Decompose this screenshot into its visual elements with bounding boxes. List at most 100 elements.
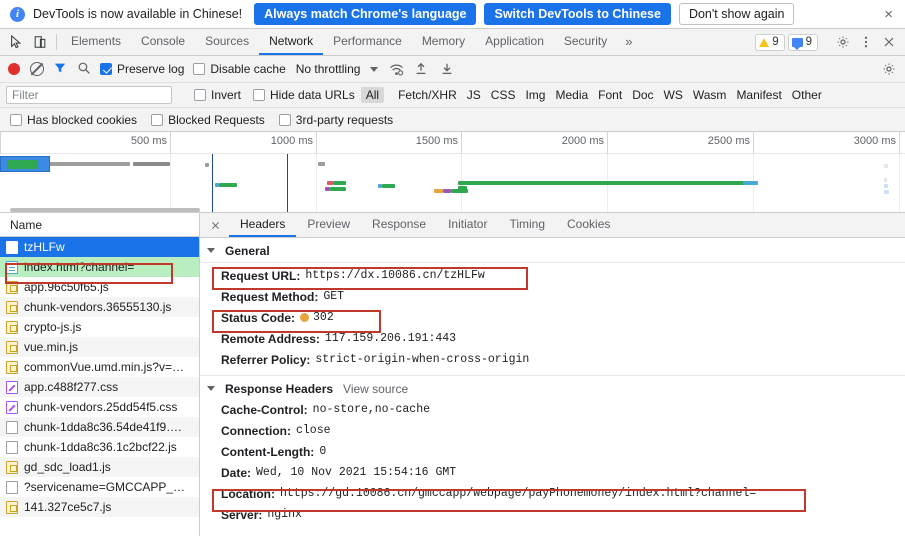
device-toolbar-icon[interactable] xyxy=(32,34,48,50)
export-har-icon[interactable] xyxy=(439,61,455,77)
filter-type-fetch-xhr[interactable]: Fetch/XHR xyxy=(393,87,462,103)
gear-icon[interactable] xyxy=(833,32,853,52)
response-headers-section-header[interactable]: Response Headers View source xyxy=(200,378,905,399)
header-value: https://dx.10086.cn/tzHLFw xyxy=(305,269,485,282)
filter-input[interactable] xyxy=(6,86,172,104)
disable-cache-checkbox-box[interactable] xyxy=(193,63,206,75)
funnel-icon[interactable] xyxy=(53,61,67,78)
tab-performance[interactable]: Performance xyxy=(323,29,412,55)
filter-type-media[interactable]: Media xyxy=(550,87,593,103)
request-row-app-css[interactable]: app.c488f277.css xyxy=(0,377,199,397)
request-list-header[interactable]: Name xyxy=(0,213,199,237)
tab-sources[interactable]: Sources xyxy=(195,29,259,55)
detail-tab-preview[interactable]: Preview xyxy=(296,213,361,237)
tab-security[interactable]: Security xyxy=(554,29,617,55)
overview-selection-window[interactable] xyxy=(0,156,50,172)
more-tabs-icon[interactable]: » xyxy=(617,29,640,55)
blocked-requests-checkbox[interactable]: Blocked Requests xyxy=(151,113,265,127)
network-conditions-icon[interactable] xyxy=(388,61,404,77)
detail-tab-timing[interactable]: Timing xyxy=(498,213,556,237)
filter-type-doc[interactable]: Doc xyxy=(627,87,658,103)
request-row-chunk-1c2bcf22[interactable]: chunk-1dda8c36.1c2bcf22.js xyxy=(0,437,199,457)
overview-body[interactable] xyxy=(0,154,905,212)
request-row-chunk-54de41f9[interactable]: chunk-1dda8c36.54de41f9…. xyxy=(0,417,199,437)
overview-ruler: 500 ms 1000 ms 1500 ms 2000 ms 2500 ms 3… xyxy=(0,132,905,154)
import-har-icon[interactable] xyxy=(413,61,429,77)
request-row-servicename[interactable]: ?servicename=GMCCAPP_… xyxy=(0,477,199,497)
request-list-body[interactable]: tzHLFw index.html?channel= app.96c50f65.… xyxy=(0,237,199,536)
request-row-chunk-vendors-js[interactable]: chunk-vendors.36555130.js xyxy=(0,297,199,317)
language-notification-bar: i DevTools is now available in Chinese! … xyxy=(0,0,905,29)
request-row-tzhlfw[interactable]: tzHLFw xyxy=(0,237,199,257)
detail-tab-initiator[interactable]: Initiator xyxy=(437,213,498,237)
throttling-select[interactable]: No throttling xyxy=(296,62,361,76)
request-row-app-js[interactable]: app.96c50f65.js xyxy=(0,277,199,297)
request-row-chunk-vendors-css[interactable]: chunk-vendors.25dd54f5.css xyxy=(0,397,199,417)
filter-type-css[interactable]: CSS xyxy=(486,87,521,103)
kebab-menu-icon[interactable] xyxy=(856,32,876,52)
filter-type-other[interactable]: Other xyxy=(787,87,827,103)
filter-type-ws[interactable]: WS xyxy=(659,87,688,103)
disable-cache-checkbox[interactable]: Disable cache xyxy=(193,62,286,76)
chevron-down-icon[interactable] xyxy=(207,248,215,253)
view-source-link[interactable]: View source xyxy=(343,382,408,396)
close-icon[interactable] xyxy=(879,32,899,52)
request-row-crypto-js[interactable]: crypto-js.js xyxy=(0,317,199,337)
status-badge xyxy=(300,313,310,322)
header-row-server: Server: nginx xyxy=(200,504,905,525)
clear-icon[interactable] xyxy=(30,62,44,76)
hide-data-urls-checkbox-box[interactable] xyxy=(253,89,266,101)
overview-tick-label: 2000 ms xyxy=(561,135,604,147)
detail-tab-response[interactable]: Response xyxy=(361,213,437,237)
hide-data-urls-checkbox[interactable]: Hide data URLs xyxy=(253,88,355,102)
tab-application[interactable]: Application xyxy=(475,29,554,55)
warning-count-badge[interactable]: 9 xyxy=(755,33,785,51)
detail-tab-cookies[interactable]: Cookies xyxy=(556,213,621,237)
third-party-requests-checkbox[interactable]: 3rd-party requests xyxy=(278,113,393,127)
header-key: Referrer Policy: xyxy=(221,352,311,367)
general-section-header[interactable]: General xyxy=(200,240,905,261)
search-icon[interactable] xyxy=(77,61,91,78)
tab-console[interactable]: Console xyxy=(131,29,195,55)
chevron-down-icon[interactable] xyxy=(370,66,379,72)
request-row-vue-min-js[interactable]: vue.min.js xyxy=(0,337,199,357)
request-row-commonvue-js[interactable]: commonVue.umd.min.js?v=… xyxy=(0,357,199,377)
always-match-language-button[interactable]: Always match Chrome's language xyxy=(254,3,477,25)
preserve-log-checkbox-box[interactable] xyxy=(100,63,112,75)
request-row-141-js[interactable]: 141.327ce5c7.js xyxy=(0,497,199,517)
inspect-cursor-icon[interactable] xyxy=(8,34,24,50)
header-row-cache-control: Cache-Control: no-store,no-cache xyxy=(200,399,905,420)
chevron-down-icon[interactable] xyxy=(207,386,215,391)
third-party-requests-checkbox-box[interactable] xyxy=(278,113,291,126)
close-panel-icon[interactable] xyxy=(200,213,229,237)
filter-type-manifest[interactable]: Manifest xyxy=(731,87,786,103)
tab-elements[interactable]: Elements xyxy=(61,29,131,55)
dont-show-again-button[interactable]: Don't show again xyxy=(678,3,795,25)
network-settings-gear-icon[interactable] xyxy=(879,59,899,79)
filter-type-all[interactable]: All xyxy=(360,87,385,103)
invert-checkbox[interactable]: Invert xyxy=(194,88,241,102)
filter-type-img[interactable]: Img xyxy=(520,87,550,103)
request-row-index-html[interactable]: index.html?channel= xyxy=(0,257,199,277)
overview-request-bar xyxy=(458,181,758,185)
record-button[interactable] xyxy=(8,63,20,75)
tab-network[interactable]: Network xyxy=(259,29,324,55)
blocked-requests-checkbox-box[interactable] xyxy=(151,113,164,126)
filter-type-wasm[interactable]: Wasm xyxy=(688,87,732,103)
request-row-gd-sdc-load1[interactable]: gd_sdc_load1.js xyxy=(0,457,199,477)
network-overview[interactable]: 500 ms 1000 ms 1500 ms 2000 ms 2500 ms 3… xyxy=(0,132,905,213)
has-blocked-cookies-checkbox[interactable]: Has blocked cookies xyxy=(10,113,137,127)
close-icon[interactable]: × xyxy=(880,7,897,22)
filter-type-font[interactable]: Font xyxy=(593,87,627,103)
preserve-log-checkbox[interactable]: Preserve log xyxy=(100,62,184,76)
load-event-marker xyxy=(287,154,288,212)
overview-scrollbar[interactable] xyxy=(10,208,200,212)
filter-type-js[interactable]: JS xyxy=(462,87,486,103)
detail-tab-headers[interactable]: Headers xyxy=(229,213,297,237)
has-blocked-cookies-checkbox-box[interactable] xyxy=(10,113,22,126)
overview-request-bar xyxy=(318,162,325,166)
message-count-badge[interactable]: 9 xyxy=(787,33,818,51)
switch-to-chinese-button[interactable]: Switch DevTools to Chinese xyxy=(484,3,671,25)
invert-checkbox-box[interactable] xyxy=(194,89,206,101)
tab-memory[interactable]: Memory xyxy=(412,29,475,55)
